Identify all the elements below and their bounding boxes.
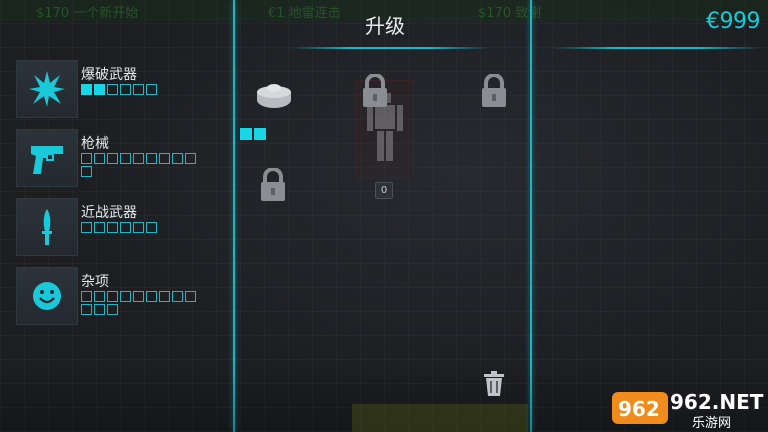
upgrade-level-boxes xyxy=(81,222,205,233)
level-box xyxy=(81,84,92,95)
level-box xyxy=(120,84,131,95)
category-label: 枪械 xyxy=(81,136,109,152)
level-box xyxy=(146,153,157,164)
upgrade-level-boxes xyxy=(81,153,205,177)
level-box xyxy=(185,291,196,302)
level-box xyxy=(133,84,144,95)
lock-icon[interactable] xyxy=(259,167,287,206)
watermark-logo: 962 962.NET 乐游网 xyxy=(612,388,764,431)
level-box xyxy=(133,291,144,302)
category-label: 杂项 xyxy=(81,274,109,290)
level-box xyxy=(120,153,131,164)
level-box xyxy=(133,153,144,164)
level-box xyxy=(133,222,144,233)
level-box xyxy=(146,291,157,302)
level-box xyxy=(107,84,118,95)
level-box xyxy=(120,291,131,302)
lock-icon xyxy=(361,73,389,112)
level-box xyxy=(81,222,92,233)
owned-level-box xyxy=(240,128,252,140)
level-box xyxy=(94,291,105,302)
bg-topbar-item-1: $170 一个新开始 xyxy=(36,6,139,21)
bg-topbar-item-2: €1 地雷连击 xyxy=(268,6,341,21)
level-box xyxy=(94,84,105,95)
level-box xyxy=(159,291,170,302)
money-underline xyxy=(552,47,762,49)
level-box xyxy=(107,222,118,233)
item-count-badge: 0 xyxy=(375,182,393,199)
smiley-icon xyxy=(16,267,78,325)
level-box xyxy=(120,222,131,233)
currency-display: €999 xyxy=(706,9,761,34)
upgrade-level-boxes xyxy=(81,291,205,315)
level-box xyxy=(81,166,92,177)
owned-level-box xyxy=(254,128,266,140)
level-box xyxy=(107,304,118,315)
landmine-icon[interactable] xyxy=(255,78,293,114)
bottom-slot-highlight xyxy=(352,404,528,432)
page-title: 升级 xyxy=(365,14,405,38)
knife-icon xyxy=(16,198,78,256)
pistol-icon xyxy=(16,129,78,187)
watermark-sub: 乐游网 xyxy=(692,416,732,431)
level-box xyxy=(146,222,157,233)
level-box xyxy=(81,153,92,164)
level-box xyxy=(172,153,183,164)
category-label: 近战武器 xyxy=(81,205,137,221)
level-box xyxy=(107,291,118,302)
lock-icon[interactable] xyxy=(480,73,508,112)
svg-text:962: 962 xyxy=(618,397,660,421)
level-box xyxy=(107,153,118,164)
level-box xyxy=(185,153,196,164)
trash-icon[interactable] xyxy=(483,371,505,401)
level-box xyxy=(94,153,105,164)
watermark-brand: 962.NET xyxy=(670,390,764,414)
explosion-icon xyxy=(16,60,78,118)
level-box xyxy=(94,304,105,315)
level-box xyxy=(81,291,92,302)
level-box xyxy=(94,222,105,233)
level-box xyxy=(81,304,92,315)
owned-level-indicator xyxy=(240,128,266,140)
upgrade-level-boxes xyxy=(81,84,205,95)
title-underline xyxy=(290,47,490,49)
level-box xyxy=(159,153,170,164)
level-box xyxy=(146,84,157,95)
level-box xyxy=(172,291,183,302)
category-label: 爆破武器 xyxy=(81,67,137,83)
